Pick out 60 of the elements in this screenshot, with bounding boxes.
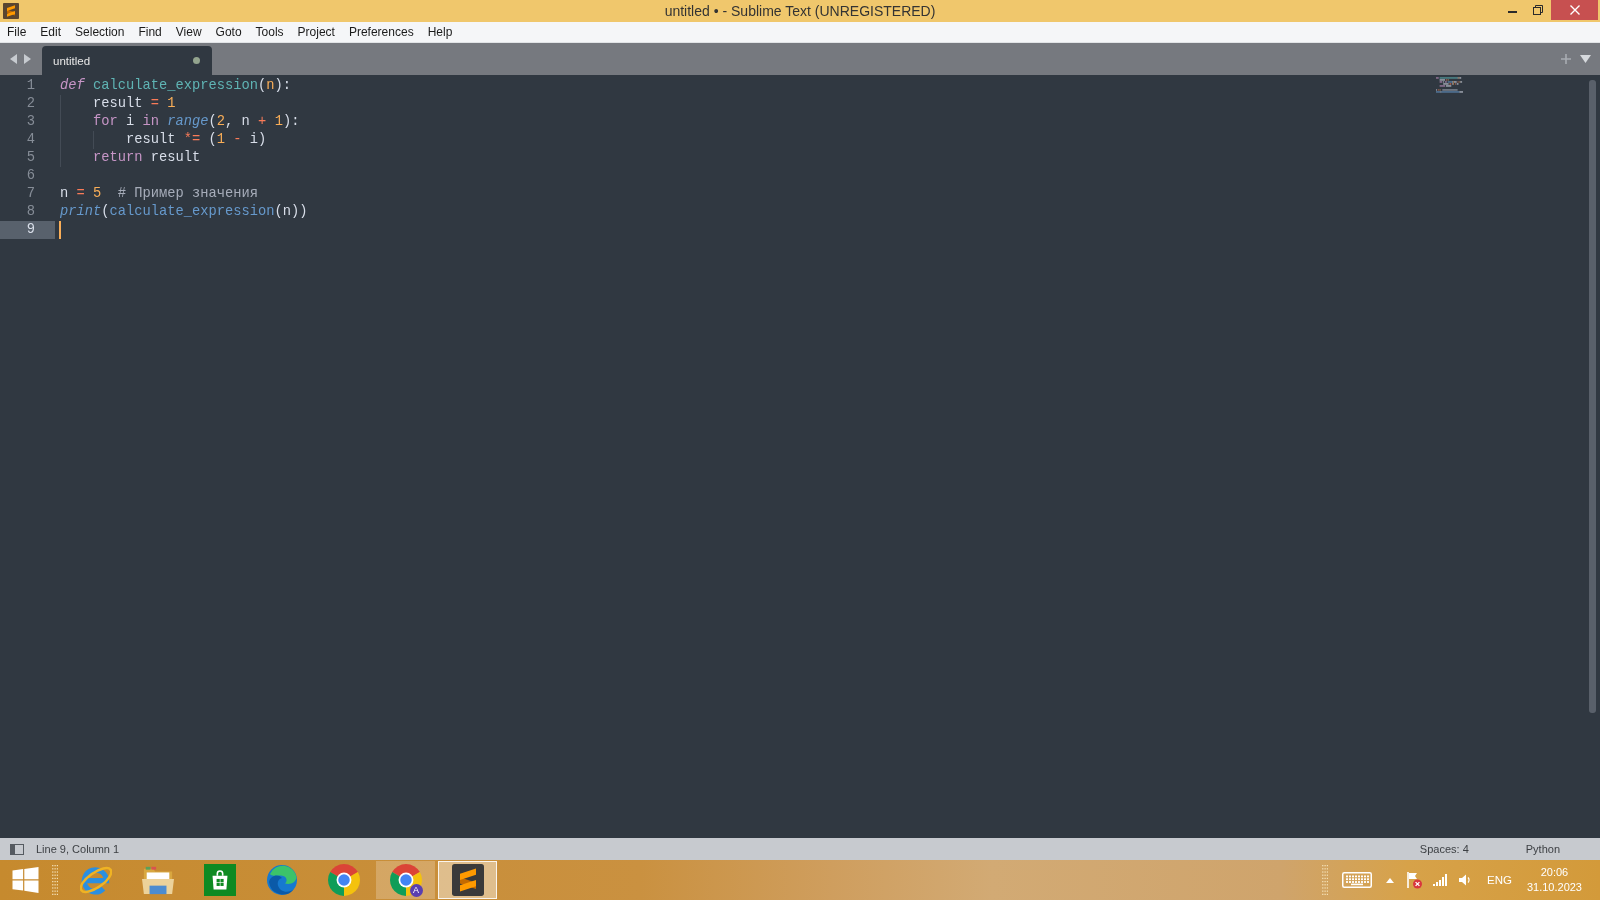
triangle-up-icon[interactable] [1386, 877, 1394, 883]
line-number: 4 [26, 131, 35, 149]
code-line: n = 5 # Пример значения [60, 185, 259, 203]
taskbar-button[interactable]: A [376, 861, 435, 899]
triangle-left-icon[interactable] [10, 54, 17, 64]
line-number: 2 [26, 95, 35, 113]
indentation-setting[interactable]: Spaces: 4 [1419, 843, 1469, 855]
keyboard-icon[interactable] [1342, 872, 1372, 888]
menu-item[interactable]: Project [290, 22, 342, 42]
e-logo-icon [79, 864, 112, 896]
gripper-icon[interactable] [52, 865, 58, 895]
s-logo-icon [451, 864, 484, 896]
close-icon [1569, 5, 1580, 15]
panel-toggle-icon[interactable] [10, 843, 24, 855]
menu-item[interactable]: Goto [208, 22, 249, 42]
menu-item[interactable]: Preferences [341, 22, 421, 42]
minimize-icon [1507, 11, 1517, 13]
code-line: print(calculate_expression(n)) [60, 203, 308, 221]
plus-icon[interactable] [1561, 54, 1571, 64]
window-panes-icon [12, 867, 39, 893]
text-cursor [59, 221, 61, 239]
swirl-icon [265, 864, 298, 896]
scrollbar-thumb[interactable] [1589, 80, 1596, 713]
speaker-icon[interactable] [1459, 874, 1471, 886]
line-number: 6 [26, 167, 35, 185]
menu-item[interactable]: View [168, 22, 209, 42]
syntax-setting[interactable]: Python [1525, 843, 1560, 855]
line-number: 7 [26, 185, 35, 203]
restore-icon [1533, 5, 1543, 15]
ring-logo-icon [327, 864, 360, 896]
minimap[interactable] [1436, 77, 1466, 95]
menu-item[interactable]: File [0, 22, 34, 42]
signal-icon[interactable] [1433, 874, 1447, 886]
window-title: untitled • - Sublime Text (UNREGISTERED) [664, 2, 936, 21]
menu-item[interactable]: Selection [68, 22, 132, 42]
line-number: 9 [0, 221, 55, 239]
menu-item[interactable]: Help [420, 22, 460, 42]
flag-icon[interactable] [1406, 871, 1422, 889]
folder-icon [141, 864, 174, 896]
triangle-down-icon[interactable] [1580, 55, 1591, 63]
menu-item[interactable]: Find [131, 22, 169, 42]
shopping-bag-icon [203, 864, 236, 896]
line-number: 5 [26, 149, 35, 167]
triangle-right-icon[interactable] [24, 54, 31, 64]
line-number: 1 [26, 77, 35, 95]
line-number: 8 [26, 203, 35, 221]
line-number: 3 [26, 113, 35, 131]
menu-item[interactable]: Edit [33, 22, 69, 42]
ring-logo-icon [389, 864, 422, 896]
s-logo-icon[interactable] [3, 3, 19, 19]
menu-item[interactable]: Tools [248, 22, 291, 42]
code-line: for i in range(2, n + 1): [93, 113, 300, 131]
cursor-position: Line 9, Column 1 [36, 843, 120, 855]
tab[interactable]: untitled [42, 46, 212, 75]
code-line: return result [93, 149, 201, 167]
taskbar-button[interactable] [438, 861, 497, 899]
code-line: def calculate_expression(n): [60, 77, 292, 95]
code-line: result *= (1 - i) [126, 131, 267, 149]
gripper-icon[interactable] [1322, 865, 1328, 895]
code-line: result = 1 [93, 95, 176, 113]
